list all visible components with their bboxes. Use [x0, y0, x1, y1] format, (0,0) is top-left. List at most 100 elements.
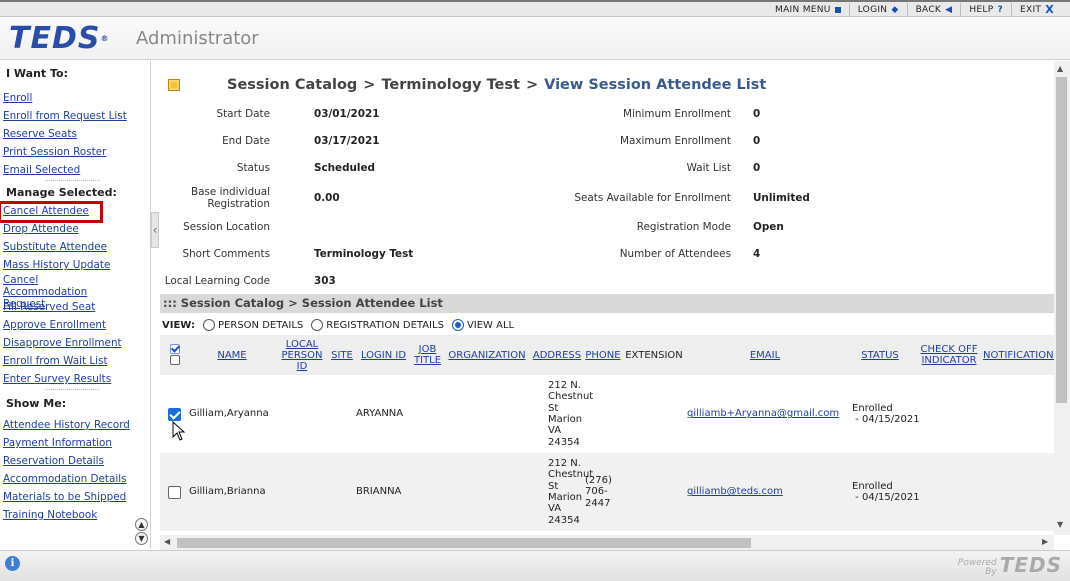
local-person-id-column-header[interactable]: LOCAL PERSON ID — [276, 335, 328, 375]
name-column-header[interactable]: NAME — [188, 335, 276, 375]
base-registration-value: 0.00 — [314, 192, 340, 204]
sidebar-scroll-down-button[interactable]: ▼ — [135, 532, 148, 545]
scroll-right-arrow-icon[interactable]: ▶ — [1042, 537, 1048, 546]
registration-details-radio[interactable] — [311, 319, 324, 331]
row-select-checkbox[interactable] — [168, 485, 181, 499]
address-line: VA — [548, 503, 562, 515]
login-id-column-header[interactable]: LOGIN ID — [356, 335, 411, 375]
view-all-radio[interactable] — [451, 319, 464, 331]
sidebar-link-cancel-attendee[interactable]: Cancel Attendee — [0, 201, 103, 223]
phone-cell — [584, 375, 622, 453]
sidebar-link-reserve-seats[interactable]: Reserve Seats — [0, 125, 150, 143]
back-link[interactable]: BACK ◀ — [908, 3, 962, 16]
status-cell: Enrolled - 04/15/2021 — [844, 453, 920, 531]
horizontal-scrollbar[interactable]: ◀ ▶ — [160, 535, 1054, 550]
number-of-attendees-value: 4 — [753, 248, 761, 260]
organization-column-header[interactable]: ORGANIZATION — [444, 335, 530, 375]
chevron-up-icon: ▲ — [138, 520, 145, 529]
phone-column-header[interactable]: PHONE — [584, 335, 622, 375]
job-title-column-header[interactable]: JOB TITLE — [411, 335, 444, 375]
address-column-header[interactable]: ADDRESS — [530, 335, 584, 375]
show-me-heading: Show Me: — [6, 397, 67, 410]
sidebar-link-drop-attendee[interactable]: Drop Attendee — [0, 220, 150, 238]
sidebar-link-materials-to-be-shipped[interactable]: Materials to be Shipped — [0, 488, 150, 506]
sidebar-link-disapprove-enrollment[interactable]: Disapprove Enrollment — [0, 334, 150, 352]
phone-line: (276) — [585, 475, 612, 487]
sidebar-scroll-up-button[interactable]: ▲ — [135, 518, 148, 531]
sidebar-link-cancel-accommodation-request[interactable]: Cancel Accommodation Request — [0, 274, 125, 310]
sidebar-link-payment-information[interactable]: Payment Information — [0, 434, 150, 452]
chevron-left-icon: ‹ — [152, 223, 158, 237]
footer: i Powered By TEDS — [0, 550, 1070, 581]
address-line: 24354 — [548, 514, 580, 526]
notification-date-column-header[interactable]: NOTIFICATION DATE — [982, 335, 1054, 375]
logo-text: TEDS — [9, 21, 101, 56]
view-label: VIEW: — [162, 319, 196, 331]
address-line: St — [548, 480, 559, 492]
attendee-table: NAME LOCAL PERSON ID SITE LOGIN ID JOB T… — [160, 335, 1054, 531]
sidebar-link-enroll[interactable]: Enroll — [0, 89, 150, 107]
email-link[interactable]: gilliamb+Aryanna@gmail.com — [687, 408, 839, 419]
main-menu-link[interactable]: MAIN MENU — [767, 3, 850, 16]
email-link[interactable]: gilliamb@teds.com — [687, 486, 783, 497]
select-all-checkbox[interactable] — [170, 344, 180, 354]
sidebar-link-email-selected[interactable]: Email Selected — [0, 161, 150, 179]
exit-link[interactable]: EXIT X — [1012, 3, 1062, 16]
address-line: Chestnut — [548, 391, 594, 403]
sidebar-collapse-handle[interactable]: ‹ — [151, 212, 159, 248]
help-link[interactable]: HELP ? — [961, 3, 1012, 16]
info-icon[interactable]: i — [5, 556, 20, 571]
status-value: Scheduled — [314, 162, 375, 174]
address-line: 212 N. — [548, 380, 581, 392]
local-person-id-cell — [276, 453, 328, 531]
breadcrumb-current: View Session Attendee List — [544, 77, 767, 93]
status-date: - 04/15/2021 — [852, 414, 920, 425]
seats-available-label: Seats Available for Enrollment — [574, 192, 731, 204]
site-column-header[interactable]: SITE — [328, 335, 356, 375]
footer-teds-logo: TEDS — [999, 553, 1062, 577]
short-comments-value: Terminology Test — [314, 248, 414, 260]
check-off-cell — [916, 453, 982, 531]
address-line: Marion — [548, 414, 583, 425]
job-title-cell — [411, 375, 444, 453]
registration-mode-value: Open — [753, 221, 784, 233]
login-link[interactable]: LOGIN ◆ — [850, 3, 908, 16]
sidebar-link-accommodation-details[interactable]: Accommodation Details — [0, 470, 150, 488]
extension-column-header: EXTENSION — [622, 335, 686, 375]
sidebar-link-training-notebook[interactable]: Training Notebook — [0, 506, 150, 524]
status-text: Enrolled — [852, 480, 893, 492]
vertical-scroll-thumb[interactable] — [1056, 77, 1067, 403]
scroll-down-arrow-icon[interactable]: ▼ — [1057, 520, 1063, 529]
attendee-name: Gilliam,Aryanna — [188, 375, 276, 453]
sidebar-link-print-session-roster[interactable]: Print Session Roster — [0, 143, 150, 161]
local-learning-code-value: 303 — [314, 275, 336, 287]
end-date-label: End Date — [222, 135, 270, 147]
wait-list-label: Wait List — [686, 162, 731, 174]
deselect-all-checkbox[interactable] — [170, 355, 180, 365]
person-details-option-label: PERSON DETAILS — [218, 319, 304, 331]
square-icon — [834, 6, 841, 13]
sidebar-link-fill-reserved-seat[interactable]: Fill Reserved Seat — [0, 298, 150, 316]
sidebar-link-approve-enrollment[interactable]: Approve Enrollment — [0, 316, 150, 334]
seats-available-value: Unlimited — [753, 192, 810, 204]
horizontal-scroll-thumb[interactable] — [177, 538, 751, 548]
sidebar-link-enroll-from-wait-list[interactable]: Enroll from Wait List — [0, 352, 150, 370]
sidebar-link-attendee-history-record[interactable]: Attendee History Record — [0, 416, 150, 434]
sidebar-link-enter-survey-results[interactable]: Enter Survey Results — [0, 370, 150, 388]
scroll-left-arrow-icon[interactable]: ◀ — [164, 537, 170, 546]
vertical-scrollbar[interactable]: ▲ ▼ — [1054, 61, 1070, 535]
person-details-radio[interactable] — [203, 319, 216, 331]
site-cell — [328, 453, 356, 531]
check-off-indicator-column-header[interactable]: CHECK OFF INDICATOR — [916, 335, 982, 375]
row-select-checkbox[interactable] — [168, 407, 181, 421]
email-column-header[interactable]: EMAIL — [686, 335, 844, 375]
check-off-cell — [916, 375, 982, 453]
scroll-up-arrow-icon[interactable]: ▲ — [1057, 64, 1063, 73]
breadcrumb-session-catalog: Session Catalog — [227, 77, 358, 93]
sidebar-link-reservation-details[interactable]: Reservation Details — [0, 452, 150, 470]
sidebar-link-mass-history-update[interactable]: Mass History Update — [0, 256, 150, 274]
status-column-header[interactable]: STATUS — [844, 335, 916, 375]
status-date: - 04/15/2021 — [852, 492, 920, 503]
sidebar-link-substitute-attendee[interactable]: Substitute Attendee — [0, 238, 150, 256]
sidebar-link-enroll-from-request-list[interactable]: Enroll from Request List — [0, 107, 150, 125]
